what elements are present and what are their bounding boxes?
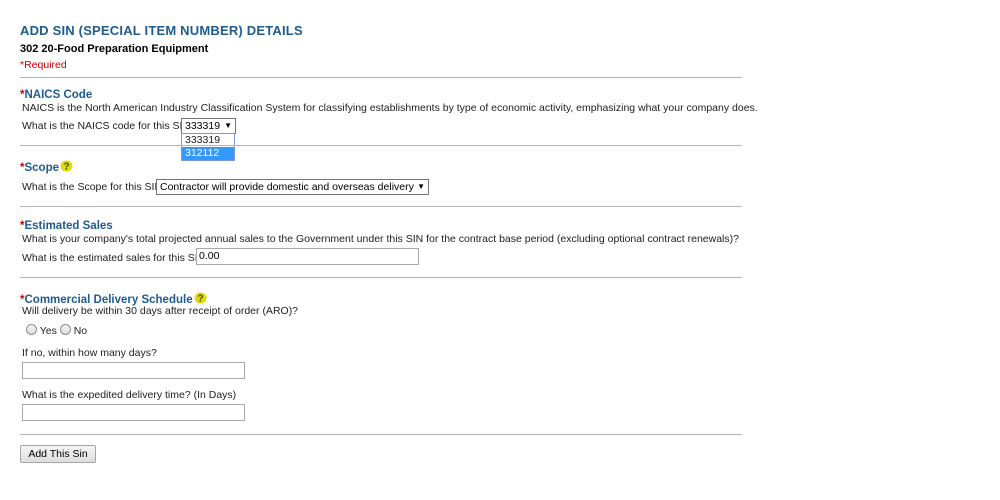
help-question-icon[interactable]: ? — [194, 292, 207, 304]
scope-select-value: Contractor will provide domestic and ove… — [160, 181, 414, 193]
estimated-sales-input[interactable]: 0.00 — [196, 248, 419, 265]
sales-heading: *Estimated Sales — [20, 220, 113, 232]
divider — [20, 434, 742, 435]
sin-subtitle: 302 20-Food Preparation Equipment — [20, 43, 209, 55]
scope-heading-label: Scope — [24, 162, 59, 174]
divider — [20, 77, 742, 78]
divider — [20, 277, 742, 278]
scope-heading: *Scope? — [20, 160, 73, 174]
naics-dropdown-list[interactable]: 333319 312112 — [181, 133, 235, 161]
naics-option-highlighted[interactable]: 312112 — [182, 147, 234, 160]
naics-description: NAICS is the North American Industry Cla… — [22, 102, 758, 114]
sales-heading-label: Estimated Sales — [24, 220, 113, 232]
delivery-radio-group: Yes No — [26, 324, 87, 337]
divider — [20, 145, 742, 146]
expedited-days-input[interactable] — [22, 404, 245, 421]
yes-radio-label[interactable]: Yes — [40, 325, 57, 337]
naics-heading-label: NAICS Code — [24, 89, 93, 101]
help-question-icon[interactable]: ? — [60, 160, 73, 172]
naics-select-value: 333319 — [185, 120, 221, 132]
naics-question: What is the NAICS code for this SIN? — [22, 120, 196, 132]
no-radio-label[interactable]: No — [74, 325, 87, 337]
days-label: If no, within how many days? — [22, 347, 157, 359]
divider — [20, 206, 742, 207]
naics-heading: *NAICS Code — [20, 89, 92, 101]
naics-select[interactable]: 333319 ▼ — [181, 118, 236, 134]
chevron-down-icon: ▼ — [417, 182, 425, 191]
sales-question: What is the estimated sales for this SIN… — [22, 252, 212, 264]
svg-text:?: ? — [63, 162, 69, 173]
yes-radio[interactable] — [26, 324, 37, 335]
expedited-label: What is the expedited delivery time? (In… — [22, 389, 237, 401]
sales-description: What is your company's total projected a… — [22, 233, 739, 245]
scope-question: What is the Scope for this SIN? — [22, 181, 168, 193]
chevron-down-icon: ▼ — [224, 121, 232, 130]
delivery-question: Will delivery be within 30 days after re… — [22, 305, 299, 317]
no-radio[interactable] — [59, 324, 71, 335]
add-sin-button[interactable]: Add This Sin — [20, 445, 96, 463]
svg-text:?: ? — [197, 294, 203, 305]
page-title: ADD SIN (SPECIAL ITEM NUMBER) DETAILS — [20, 23, 303, 38]
required-note: *Required — [20, 59, 67, 71]
delivery-days-input[interactable] — [22, 362, 245, 379]
delivery-heading: *Commercial Delivery Schedule? — [20, 292, 207, 306]
scope-select[interactable]: Contractor will provide domestic and ove… — [156, 179, 429, 195]
